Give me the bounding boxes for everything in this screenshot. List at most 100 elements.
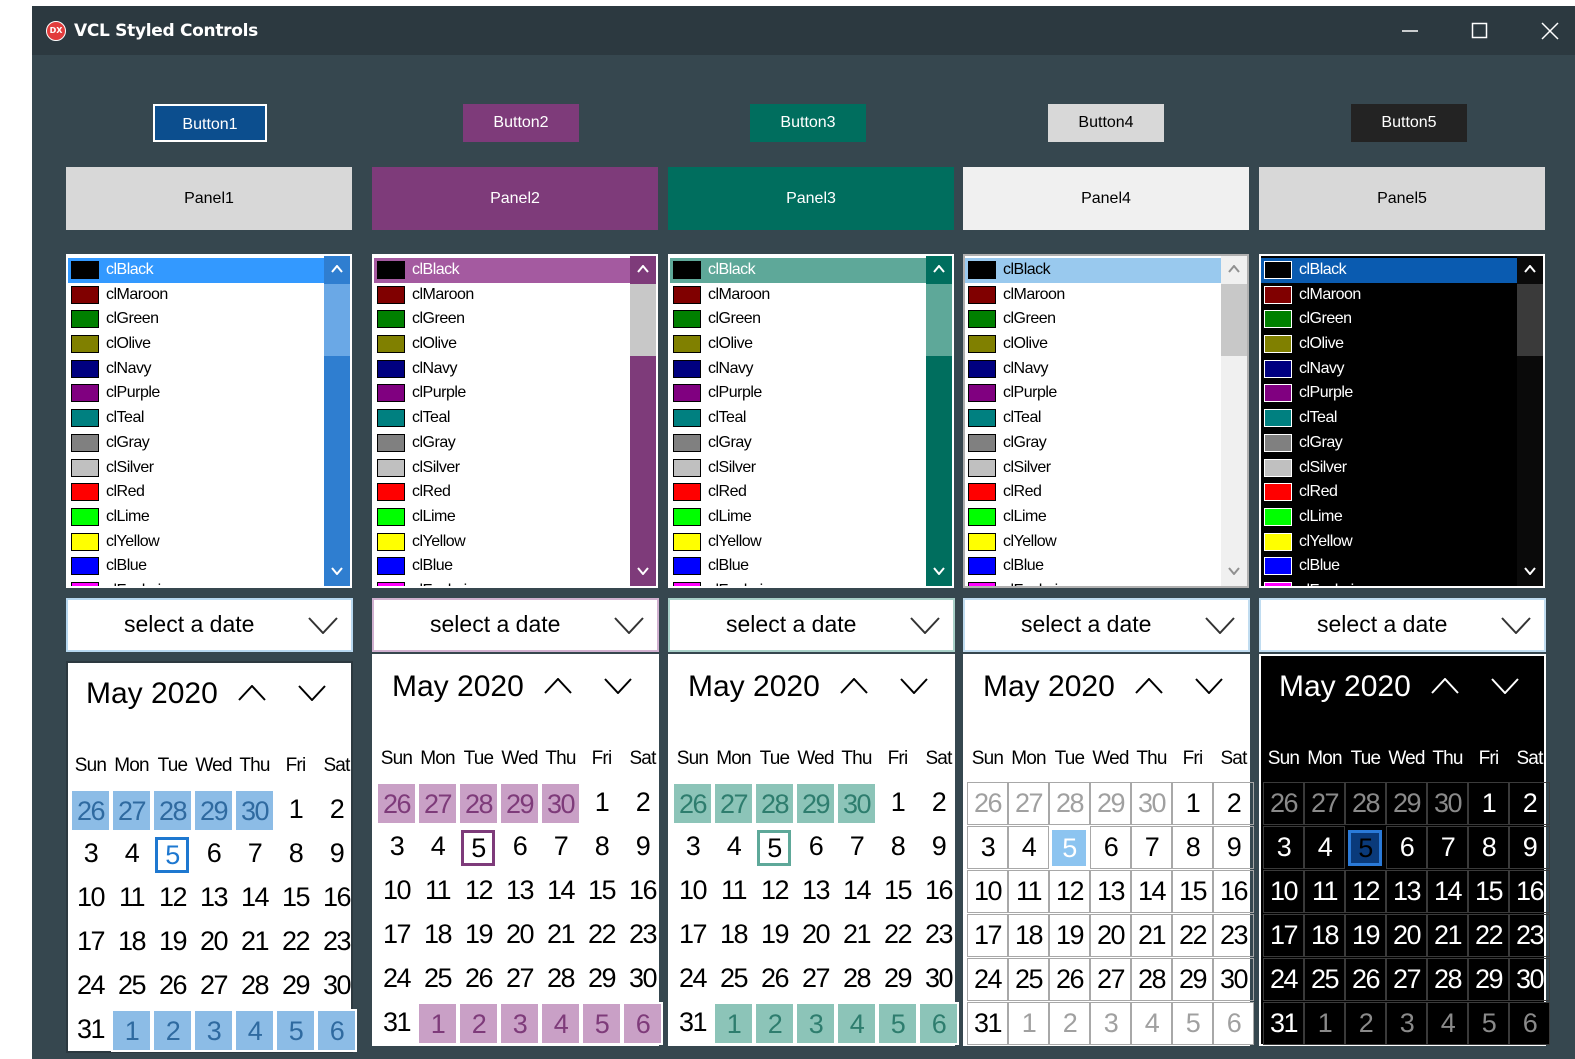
list-item[interactable]: clGray xyxy=(1261,431,1517,456)
calendar-day[interactable]: 15 xyxy=(1172,870,1213,913)
calendar-day[interactable]: 5 xyxy=(757,830,791,866)
listbox-scrollbar[interactable] xyxy=(1517,256,1543,586)
calendar-month-title[interactable]: May 2020 xyxy=(1279,670,1411,704)
calendar-day[interactable]: 10 xyxy=(967,870,1008,913)
list-item[interactable]: clMaroon xyxy=(1261,283,1517,308)
calendar-day[interactable]: 21 xyxy=(540,914,581,957)
prev-month-icon[interactable] xyxy=(544,678,572,694)
calendar-month-title[interactable]: May 2020 xyxy=(86,677,218,711)
calendar-day[interactable]: 6 xyxy=(1509,1002,1550,1045)
calendar-day[interactable]: 29 xyxy=(275,965,316,1008)
calendar-day[interactable]: 18 xyxy=(111,921,152,964)
scroll-down-icon[interactable] xyxy=(637,567,649,575)
calendar-day[interactable]: 4 xyxy=(836,1002,877,1045)
calendar-day[interactable]: 26 xyxy=(70,789,111,832)
prev-month-icon[interactable] xyxy=(840,678,868,694)
calendar-day[interactable]: 12 xyxy=(1345,870,1386,913)
calendar-1[interactable]: May 2020 Sun Mon Tue Wed Thu Fri Sat 26 27 28 29 30 1… xyxy=(66,661,357,1053)
calendar-day[interactable]: 17 xyxy=(376,914,417,957)
calendar-day[interactable]: 31 xyxy=(1263,1002,1304,1045)
calendar-day[interactable]: 24 xyxy=(672,958,713,1001)
date-picker-5[interactable]: select a date xyxy=(1259,598,1546,652)
calendar-day[interactable]: 17 xyxy=(70,921,111,964)
date-picker-3[interactable]: select a date xyxy=(668,598,955,652)
calendar-day[interactable]: 1 xyxy=(275,789,316,832)
calendar-day[interactable]: 25 xyxy=(713,958,754,1001)
calendar-day[interactable]: 29 xyxy=(499,782,540,825)
calendar-day[interactable]: 18 xyxy=(1008,914,1049,957)
list-item[interactable]: clRed xyxy=(1261,480,1517,505)
list-item[interactable]: clOlive xyxy=(965,332,1221,357)
calendar-day[interactable]: 3 xyxy=(376,826,417,869)
next-month-icon[interactable] xyxy=(298,685,326,701)
list-item[interactable]: clBlue xyxy=(965,554,1221,579)
prev-month-icon[interactable] xyxy=(238,685,266,701)
calendar-day[interactable]: 9 xyxy=(316,833,357,876)
calendar-day[interactable]: 29 xyxy=(1172,958,1213,1001)
title-bar[interactable]: DX VCL Styled Controls xyxy=(32,6,1575,55)
calendar-day[interactable]: 6 xyxy=(622,1002,663,1045)
calendar-day[interactable]: 13 xyxy=(193,877,234,920)
calendar-day[interactable]: 18 xyxy=(713,914,754,957)
list-item[interactable]: clPurple xyxy=(670,381,926,406)
calendar-day[interactable]: 27 xyxy=(1008,782,1049,825)
list-item[interactable]: clNavy xyxy=(68,357,324,382)
calendar-day[interactable]: 26 xyxy=(1345,958,1386,1001)
calendar-day[interactable]: 13 xyxy=(795,870,836,913)
calendar-day[interactable]: 31 xyxy=(672,1002,713,1045)
list-item[interactable]: clPurple xyxy=(374,381,630,406)
calendar-day[interactable]: 20 xyxy=(1386,914,1427,957)
calendar-day[interactable]: 13 xyxy=(499,870,540,913)
list-item[interactable]: clGreen xyxy=(68,307,324,332)
list-item[interactable]: clBlack xyxy=(68,258,324,283)
calendar-day[interactable]: 2 xyxy=(152,1009,193,1052)
calendar-day[interactable]: 26 xyxy=(1263,782,1304,825)
calendar-day[interactable]: 30 xyxy=(1131,782,1172,825)
list-item[interactable]: clGreen xyxy=(965,307,1221,332)
scroll-up-icon[interactable] xyxy=(637,265,649,273)
calendar-day[interactable]: 6 xyxy=(918,1002,959,1045)
list-item[interactable]: clPurple xyxy=(1261,381,1517,406)
calendar-day[interactable]: 4 xyxy=(1008,826,1049,869)
list-item[interactable]: clNavy xyxy=(1261,357,1517,382)
scroll-down-icon[interactable] xyxy=(1228,567,1240,575)
chevron-down-icon[interactable] xyxy=(308,617,338,634)
calendar-day[interactable]: 16 xyxy=(622,870,663,913)
calendar-day[interactable]: 27 xyxy=(193,965,234,1008)
calendar-day[interactable]: 1 xyxy=(581,782,622,825)
calendar-day[interactable]: 7 xyxy=(540,826,581,869)
scroll-up-icon[interactable] xyxy=(331,265,343,273)
list-item[interactable]: clGreen xyxy=(1261,307,1517,332)
calendar-day[interactable]: 10 xyxy=(70,877,111,920)
calendar-day[interactable]: 10 xyxy=(376,870,417,913)
calendar-day[interactable]: 24 xyxy=(376,958,417,1001)
calendar-day[interactable]: 19 xyxy=(152,921,193,964)
calendar-day[interactable]: 3 xyxy=(967,826,1008,869)
calendar-day[interactable]: 1 xyxy=(1468,782,1509,825)
calendar-day[interactable]: 4 xyxy=(1304,826,1345,869)
calendar-2[interactable]: May 2020 Sun Mon Tue Wed Thu Fri Sat 26 27 28 29 30 1… xyxy=(372,654,663,1046)
calendar-day[interactable]: 2 xyxy=(316,789,357,832)
calendar-day[interactable]: 14 xyxy=(234,877,275,920)
list-item[interactable]: clLime xyxy=(1261,505,1517,530)
list-item[interactable]: clMaroon xyxy=(68,283,324,308)
calendar-day[interactable]: 23 xyxy=(918,914,959,957)
chevron-down-icon[interactable] xyxy=(614,617,644,634)
calendar-day[interactable]: 7 xyxy=(836,826,877,869)
calendar-day[interactable]: 1 xyxy=(417,1002,458,1045)
next-month-icon[interactable] xyxy=(604,678,632,694)
calendar-day[interactable]: 4 xyxy=(1131,1002,1172,1045)
calendar-day[interactable]: 5 xyxy=(461,830,495,866)
calendar-day[interactable]: 15 xyxy=(1468,870,1509,913)
calendar-day[interactable]: 5 xyxy=(1348,830,1382,866)
calendar-day[interactable]: 26 xyxy=(672,782,713,825)
date-picker-1[interactable]: select a date xyxy=(66,598,353,652)
calendar-day[interactable]: 27 xyxy=(1386,958,1427,1001)
next-month-icon[interactable] xyxy=(900,678,928,694)
list-item[interactable]: clNavy xyxy=(374,357,630,382)
calendar-day[interactable]: 31 xyxy=(70,1009,111,1052)
calendar-day[interactable]: 26 xyxy=(1049,958,1090,1001)
color-listbox-2[interactable]: clBlack clMaroon clGreen clOlive clNavy clPur… xyxy=(372,254,658,588)
calendar-day[interactable]: 7 xyxy=(1427,826,1468,869)
list-item[interactable]: clRed xyxy=(670,480,926,505)
